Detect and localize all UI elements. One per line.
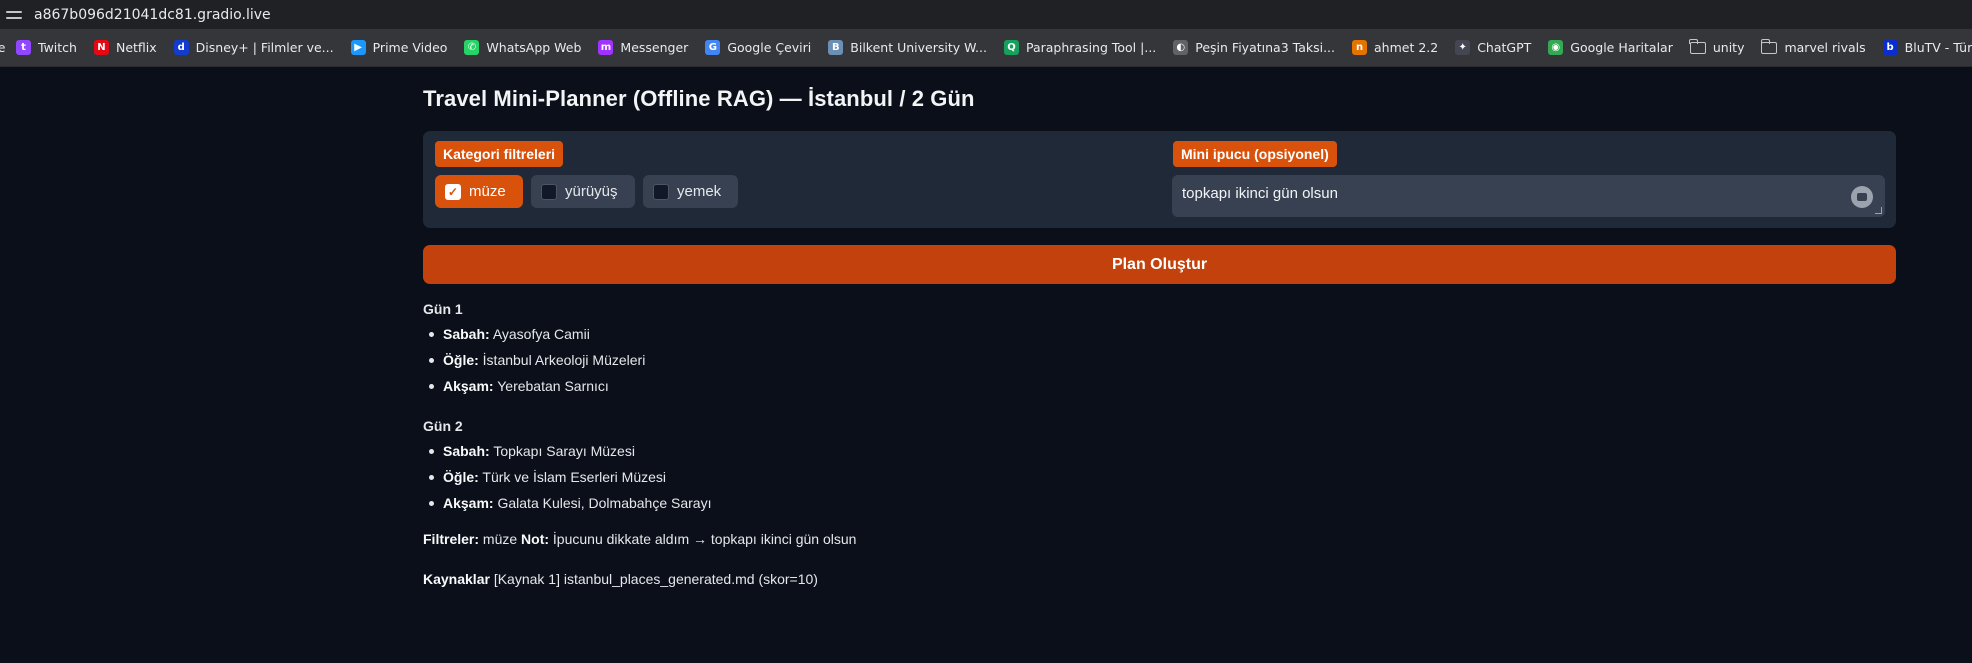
checkbox-yemek[interactable]: yemek (643, 175, 738, 208)
bookmark-pe-in-fiyat-na3-taksi[interactable]: ◐ Peşin Fiyatına3 Taksi... (1165, 34, 1344, 62)
bookmark-paraphrasing-tool[interactable]: Q Paraphrasing Tool |... (996, 34, 1165, 62)
bookmark-label: Google Çeviri (727, 40, 812, 55)
bookmarks-bar: e t Twitch N Netflix d Disney+ | Filmler ve..… (0, 29, 1972, 67)
bookmark-marvel-rivals[interactable]: marvel rivals (1753, 34, 1874, 62)
bookmark-label: Prime Video (372, 40, 448, 55)
bookmark-label: Google Haritalar (1570, 40, 1673, 55)
bookmark-label: Paraphrasing Tool |... (1025, 40, 1157, 55)
list-item: Akşam: Yerebatan Sarnıcı (423, 373, 645, 399)
globe-icon: ◐ (1173, 40, 1189, 55)
bookmark-google-haritalar[interactable]: ◉ Google Haritalar (1540, 34, 1682, 62)
bookmark-label: Bilkent University W... (850, 40, 987, 55)
bookmark-label: marvel rivals (1784, 40, 1866, 55)
messenger-icon: m (598, 40, 614, 55)
netflix-icon: N (93, 40, 109, 55)
filters-value: müze (482, 531, 518, 547)
quillbot-icon: Q (1003, 40, 1019, 55)
bookmark-label: Peşin Fiyatına3 Taksi... (1195, 40, 1335, 55)
day-1-list: Sabah: Ayasofya Camii Öğle: İstanbul Ark… (423, 321, 645, 399)
sources-line: Kaynaklar [Kaynak 1] istanbul_places_gen… (423, 569, 818, 589)
category-filter-label: Kategori filtreleri (435, 141, 564, 167)
filters-key: Filtreler: (423, 531, 480, 547)
list-item: Öğle: Türk ve İslam Eserleri Müzesi (423, 464, 711, 490)
bookmark-label: ahmet 2.2 (1374, 40, 1439, 55)
bookmark-label: unity (1712, 40, 1745, 55)
bookmark-messenger[interactable]: m Messenger (590, 34, 697, 62)
list-item: Sabah: Ayasofya Camii (423, 321, 645, 347)
bookmark-google-eviri[interactable]: G Google Çeviri (697, 34, 820, 62)
folder-icon (1689, 38, 1706, 54)
page-title: Travel Mini-Planner (Offline RAG) — İsta… (423, 86, 975, 111)
plan-submit-button[interactable]: Plan Oluştur (423, 245, 1896, 284)
url-text[interactable]: a867b096d21041dc81.gradio.live (34, 7, 271, 23)
bookmark-label: Netflix (115, 40, 157, 55)
bookmark-bilkent-university-w[interactable]: B Bilkent University W... (820, 34, 996, 62)
filters-note-line: Filtreler: müze Not: İpucunu dikkate ald… (423, 529, 856, 549)
hint-value[interactable]: topkapı ikinci gün olsun (1182, 185, 1338, 202)
note-key: Not: (521, 531, 550, 547)
checkbox-label: yürüyüş (565, 183, 618, 200)
input-panel: Kategori filtreleri Mini ipucu (opsiyone… (423, 131, 1896, 228)
day-2-list: Sabah: Topkapı Sarayı Müzesi Öğle: Türk … (423, 438, 711, 516)
bookmark-label: Twitch (38, 40, 77, 55)
twitch-icon: t (16, 40, 31, 55)
bookmark-whatsapp-web[interactable]: ✆ WhatsApp Web (456, 34, 590, 62)
prime-video-icon: ▶ (350, 40, 366, 55)
google-maps-icon: ◉ (1548, 40, 1564, 55)
list-item: Öğle: İstanbul Arkeoloji Müzeleri (423, 347, 645, 373)
address-bar[interactable]: a867b096d21041dc81.gradio.live (0, 0, 1972, 29)
list-item: Akşam: Galata Kulesi, Dolmabahçe Sarayı (423, 490, 711, 516)
bookmark-chatgpt[interactable]: ✦ ChatGPT (1447, 34, 1540, 62)
checkbox-muze[interactable]: ✓ müze (435, 175, 523, 208)
day-2-heading: Gün 2 (423, 418, 463, 434)
bilkent-icon: B (828, 40, 844, 55)
list-item: Sabah: Topkapı Sarayı Müzesi (423, 438, 711, 464)
disney-plus-icon: d (173, 40, 189, 55)
chatgpt-icon: ✦ (1455, 40, 1471, 55)
note-value: İpucunu dikkate aldım → topkapı ikinci g… (552, 531, 857, 547)
blutv-icon: b (1882, 40, 1898, 55)
day-1-heading: Gün 1 (423, 301, 463, 317)
bookmark-prime-video[interactable]: ▶ Prime Video (343, 34, 457, 62)
bookmark-label: Messenger (620, 40, 689, 55)
sources-key: Kaynaklar (423, 571, 490, 587)
check-icon: ✓ (445, 183, 461, 200)
bookmark-ahmet-2-2[interactable]: n ahmet 2.2 (1344, 34, 1447, 62)
hint-textarea[interactable]: topkapı ikinci gün olsun (1172, 175, 1885, 217)
checkbox-label: müze (469, 183, 506, 200)
bookmark-label: ChatGPT (1477, 40, 1532, 55)
bookmark-label: BluTV - Türkiye'nin İ... (1904, 40, 1972, 55)
bookmark-unity[interactable]: unity (1682, 34, 1754, 62)
bookmark-netflix[interactable]: N Netflix (86, 34, 166, 62)
hint-label: Mini ipucu (opsiyonel) (1173, 141, 1337, 167)
checkbox-box (653, 183, 669, 200)
resize-handle-icon[interactable] (1875, 207, 1882, 214)
bookmark-disney-filmler-ve[interactable]: d Disney+ | Filmler ve... (166, 34, 343, 62)
checkbox-yuruyus[interactable]: yürüyüş (531, 175, 635, 208)
sources-value: [Kaynak 1] istanbul_places_generated.md … (493, 571, 818, 587)
checkbox-box (541, 183, 557, 200)
bookmark-label: Disney+ | Filmler ve... (195, 40, 334, 55)
bookmark-label: WhatsApp Web (486, 40, 582, 55)
whatsapp-icon: ✆ (464, 40, 480, 55)
folder-icon (1760, 38, 1778, 54)
checkbox-label: yemek (677, 183, 722, 200)
bookmark-fragment[interactable]: e (0, 34, 8, 62)
google-translate-icon: G (705, 40, 721, 55)
ahmet-icon: n (1352, 40, 1367, 55)
bookmark-twitch[interactable]: t Twitch (8, 34, 86, 62)
assistant-icon[interactable] (1851, 186, 1873, 208)
site-info-icon[interactable] (6, 7, 22, 23)
bookmark-blutv-t-rkiye-nin-i[interactable]: b BluTV - Türkiye'nin İ... (1875, 34, 1972, 62)
